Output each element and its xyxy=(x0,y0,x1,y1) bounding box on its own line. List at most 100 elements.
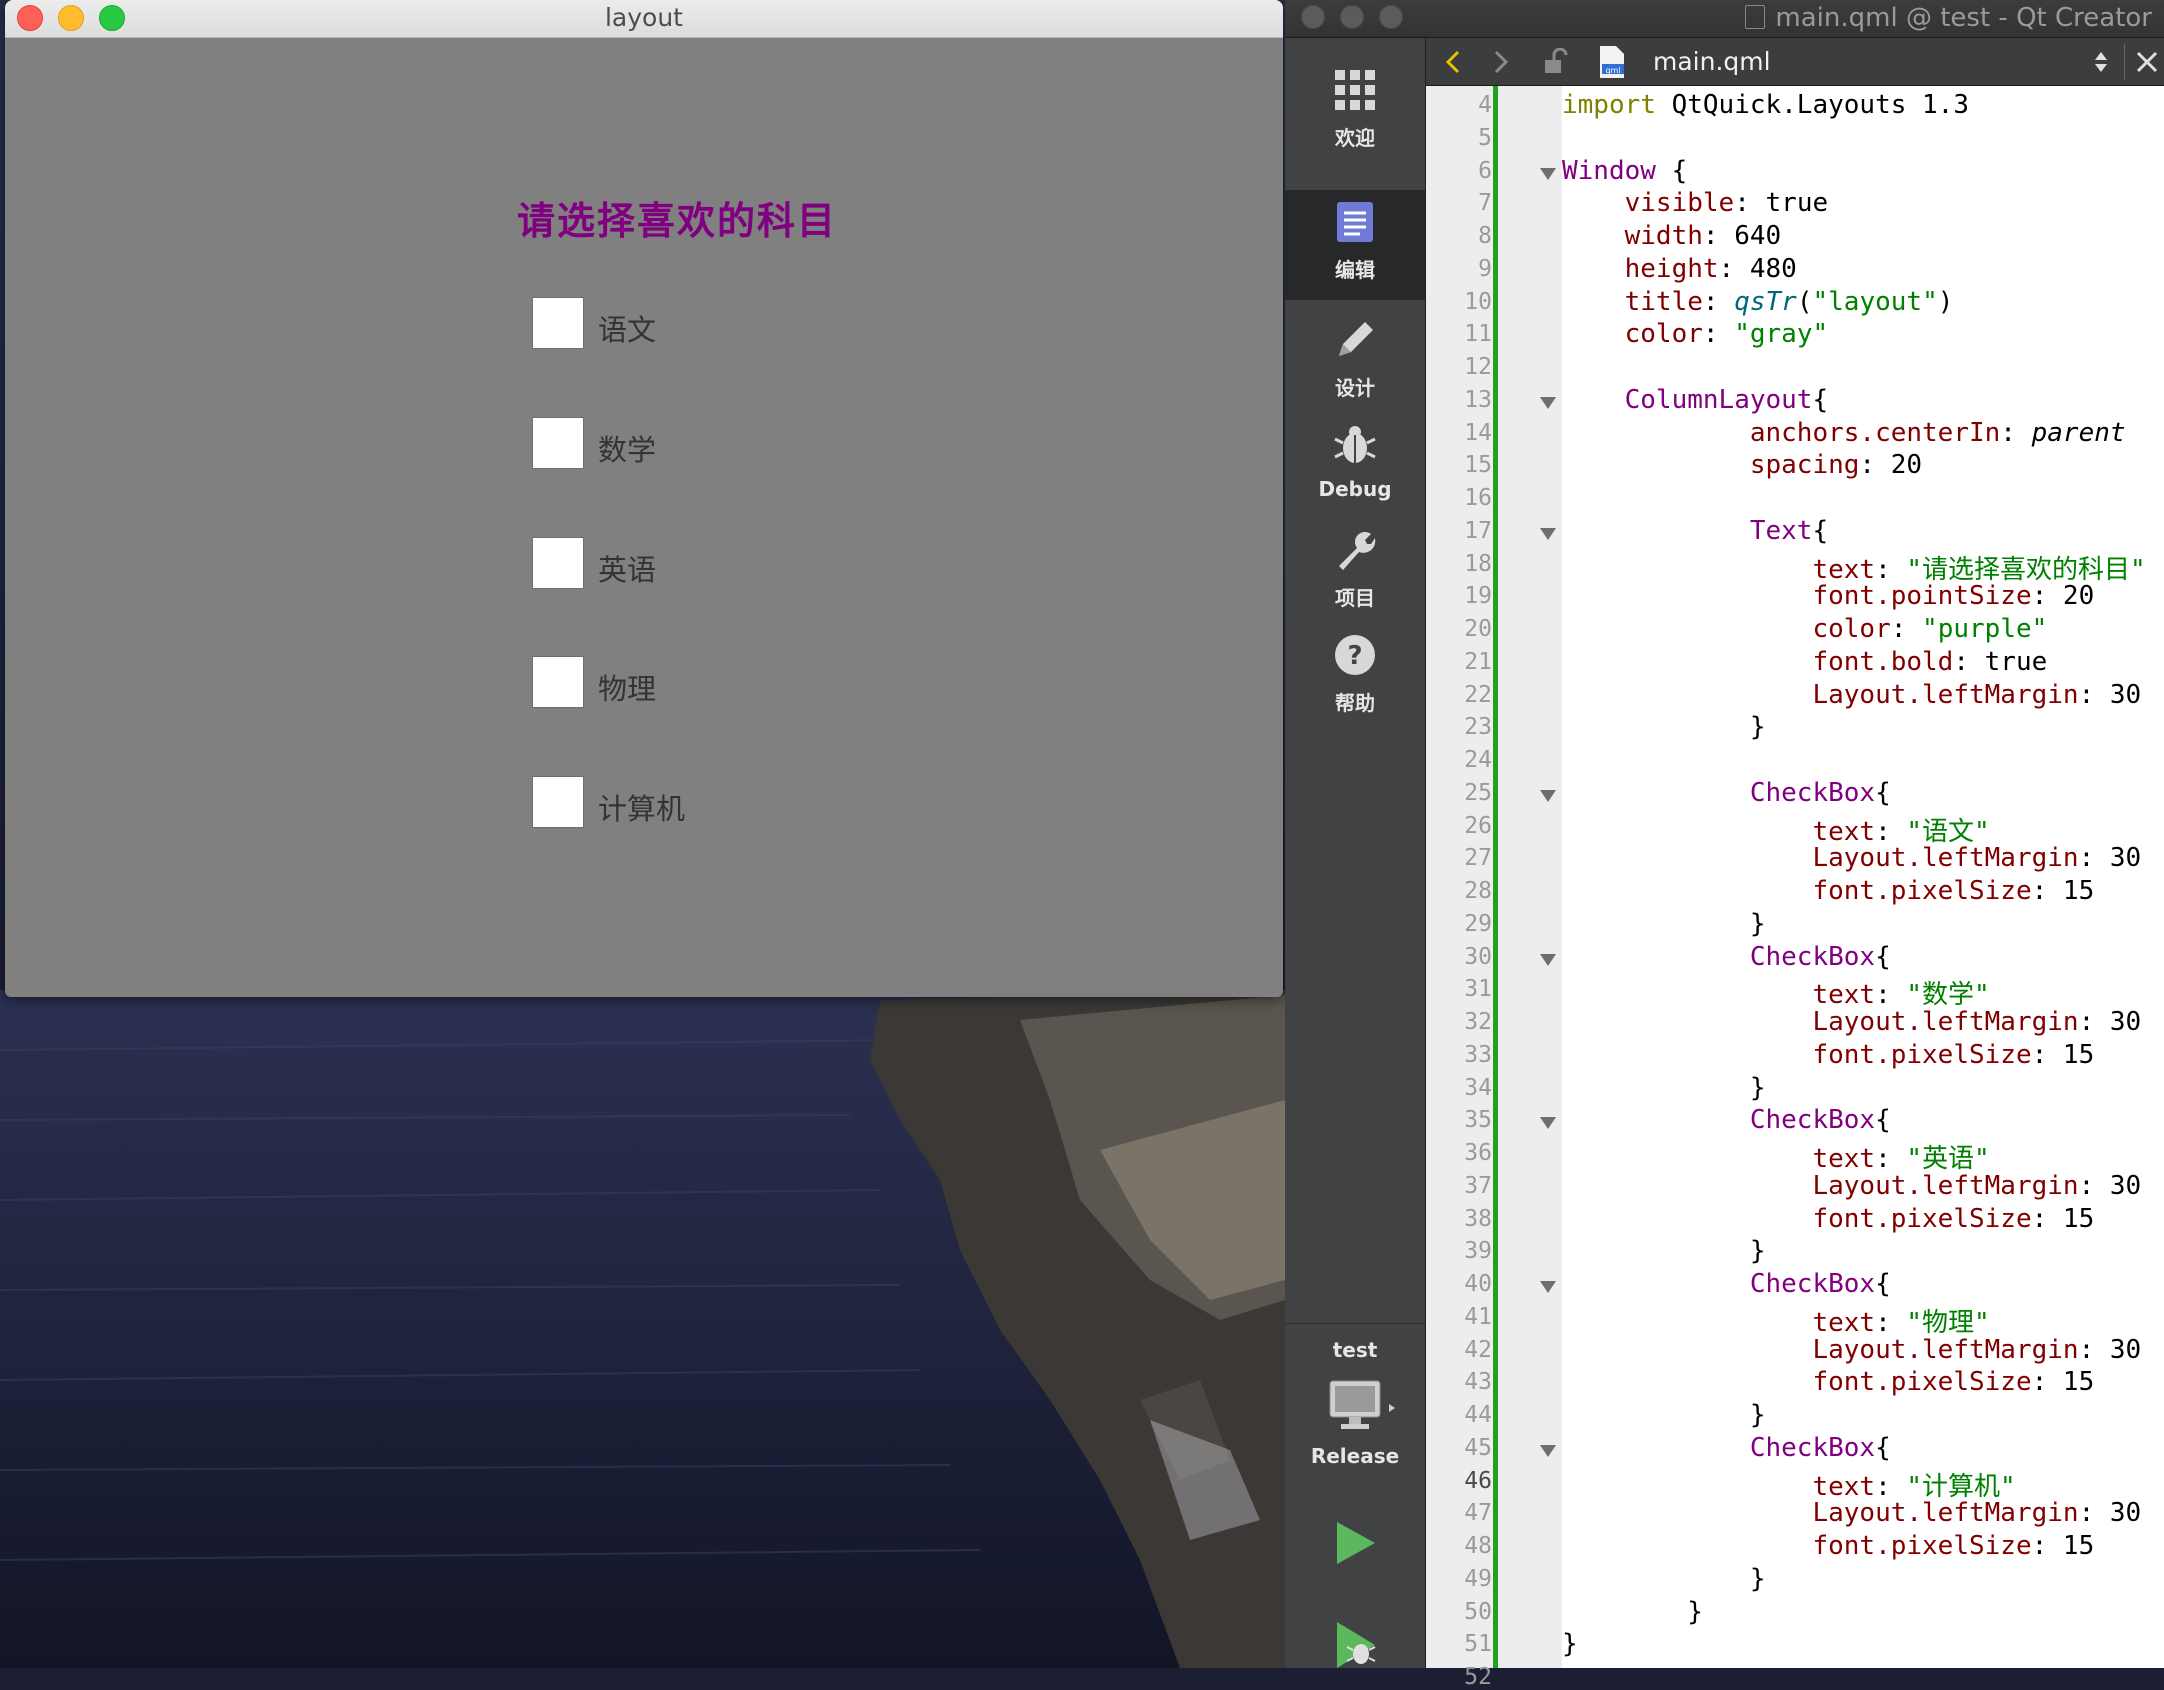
code-token: : 30 xyxy=(2078,679,2142,710)
code-line: font.pixelSize: 15 xyxy=(1562,1040,2094,1070)
code-token: } xyxy=(1562,1629,1578,1660)
checkbox-physics[interactable]: 物理 xyxy=(526,656,746,712)
checkbox-chinese[interactable]: 语文 xyxy=(526,297,746,353)
fold-arrow-icon[interactable] xyxy=(1540,953,1556,966)
mode-projects[interactable]: 项目 xyxy=(1285,518,1425,618)
code-token: : xyxy=(1875,816,1907,847)
code-token: CheckBox xyxy=(1749,777,1876,808)
code-token: "gray" xyxy=(1734,319,1829,350)
code-line: CheckBox{ xyxy=(1562,942,1891,972)
lock-icon[interactable] xyxy=(1542,48,1568,76)
fold-arrow-icon[interactable] xyxy=(1540,1444,1556,1457)
wrench-icon xyxy=(1339,532,1376,570)
checkbox-computer[interactable]: 计算机 xyxy=(526,776,746,832)
code-line: text: "计算机" xyxy=(1562,1466,2015,1503)
line-number: 12 xyxy=(1464,354,1492,380)
svg-text:?: ? xyxy=(1347,641,1362,671)
code-line: Layout.leftMargin: 30 xyxy=(1562,1171,2141,1201)
code-token: text xyxy=(1812,816,1876,847)
mode-selector: 欢迎 编辑 设计 Debug 项目 ? 帮助 test Release xyxy=(1285,38,1426,1668)
mode-edit[interactable]: 编辑 xyxy=(1285,190,1425,300)
checkbox-label: 物理 xyxy=(598,672,657,706)
line-number: 38 xyxy=(1464,1205,1492,1232)
fold-arrow-icon[interactable] xyxy=(1540,1117,1556,1130)
checkbox-math[interactable]: 数学 xyxy=(526,417,746,473)
line-number: 33 xyxy=(1464,1041,1492,1068)
open-file-name[interactable]: main.qml xyxy=(1653,47,1771,76)
back-arrow-icon[interactable] xyxy=(1440,48,1466,76)
mode-welcome[interactable]: 欢迎 xyxy=(1285,58,1425,158)
code-token: Text xyxy=(1749,515,1813,546)
checkbox-indicator[interactable] xyxy=(532,417,584,469)
code-token: QtQuick.Layouts 1.3 xyxy=(1655,90,1969,120)
code-token: : xyxy=(1702,319,1735,350)
code-line: color: "gray" xyxy=(1562,319,1829,350)
code-token: } xyxy=(1562,1563,1766,1594)
code-line: Layout.leftMargin: 30 xyxy=(1562,1335,2141,1365)
debug-run-icon[interactable] xyxy=(1331,1618,1381,1672)
code-line: font.pixelSize: 15 xyxy=(1562,1204,2094,1234)
code-line: CheckBox{ xyxy=(1562,1105,1891,1135)
code-line: } xyxy=(1562,1564,1766,1594)
code-token: Layout.leftMargin xyxy=(1812,1007,2079,1037)
code-editor[interactable]: import QtQuick.Layouts 1.3 Window { visib… xyxy=(1562,86,2164,1668)
code-token: : 15 xyxy=(2031,876,2095,906)
mode-debug[interactable]: Debug xyxy=(1285,413,1425,513)
code-token: } xyxy=(1562,908,1766,939)
bug-icon xyxy=(1334,426,1376,463)
checkbox-english[interactable]: 英语 xyxy=(526,537,746,593)
code-token: CheckBox xyxy=(1749,1432,1876,1463)
line-number: 16 xyxy=(1464,485,1492,511)
fold-arrow-icon[interactable] xyxy=(1540,167,1556,180)
mode-label: 欢迎 xyxy=(1335,126,1375,150)
kit-name: test xyxy=(1332,1338,1378,1362)
code-token: ) xyxy=(1937,286,1954,317)
zoom-button[interactable] xyxy=(1379,5,1403,29)
close-button[interactable] xyxy=(1301,5,1325,29)
checkbox-indicator[interactable] xyxy=(532,537,584,589)
checkbox-indicator[interactable] xyxy=(532,297,584,349)
file-switcher-updown-icon[interactable] xyxy=(2091,48,2111,76)
grid-icon xyxy=(1335,70,1375,110)
fold-arrow-icon[interactable] xyxy=(1540,789,1556,802)
line-number: 46 xyxy=(1464,1467,1492,1494)
fold-arrow-icon[interactable] xyxy=(1540,1281,1556,1293)
code-token: font.pixelSize xyxy=(1812,1531,2032,1561)
line-number: 20 xyxy=(1464,616,1492,642)
code-token: : 30 xyxy=(2078,1498,2142,1529)
code-token: text xyxy=(1812,1471,1876,1502)
mode-help[interactable]: ? 帮助 xyxy=(1285,623,1425,723)
mode-label: 帮助 xyxy=(1335,691,1375,715)
code-token: anchors.centerIn xyxy=(1749,417,2001,448)
code-token: : xyxy=(1875,554,1907,585)
code-token: font.pixelSize xyxy=(1812,1367,2032,1398)
forward-arrow-icon[interactable] xyxy=(1488,48,1514,76)
minimize-button[interactable] xyxy=(1340,5,1364,29)
checkbox-indicator[interactable] xyxy=(532,776,584,828)
layout-app-window: layout 请选择喜欢的科目 语文 数学 英语 物理 计算机 xyxy=(5,0,1283,997)
checkbox-indicator[interactable] xyxy=(532,656,584,708)
line-number: 8 xyxy=(1478,223,1492,249)
qt-titlebar: main.qml @ test - Qt Creator xyxy=(1285,0,2164,38)
fold-arrow-icon[interactable] xyxy=(1540,527,1556,540)
run-icon[interactable] xyxy=(1331,1518,1379,1568)
app-window-title: layout xyxy=(604,3,683,32)
kit-selector-monitor-icon[interactable] xyxy=(1327,1378,1397,1434)
close-editor-icon[interactable] xyxy=(2134,49,2160,75)
code-token: Layout.leftMargin xyxy=(1812,1498,2079,1529)
line-number: 45 xyxy=(1464,1434,1492,1461)
mode-design[interactable]: 设计 xyxy=(1285,308,1425,408)
code-token: color xyxy=(1812,614,1891,644)
code-line: font.bold: true xyxy=(1562,647,2047,677)
fold-arrow-icon[interactable] xyxy=(1540,396,1556,409)
